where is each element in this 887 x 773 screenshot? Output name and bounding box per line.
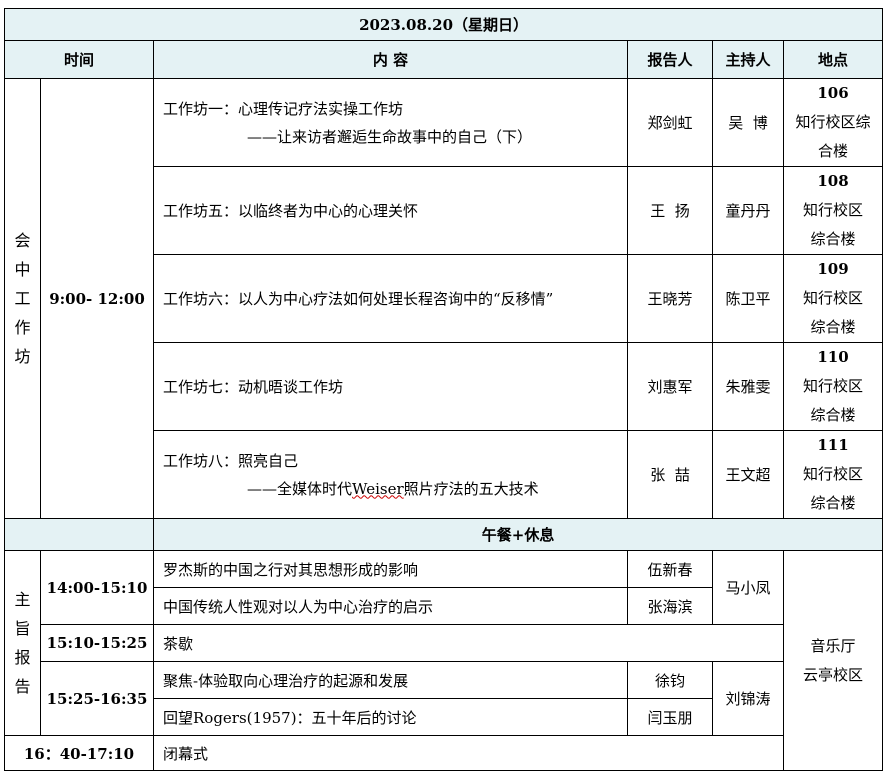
workshop-location: 109 知行校区 综合楼: [782, 254, 884, 343]
workshop-host: 陈卫平: [712, 254, 784, 343]
lunch-spacer: [4, 518, 154, 551]
workshop-location: 110 知行校区 综合楼: [782, 342, 884, 431]
date-header: 2023.08.20（星期日）: [3, 8, 884, 41]
tea-break: 茶歇: [153, 624, 784, 662]
workshop-host: 王文超: [712, 430, 784, 519]
keynote-talk: 中国传统人性观对以人为中心治疗的启示: [153, 587, 628, 625]
keynote-reporter: 张海滨: [627, 587, 713, 625]
workshop-host: 童丹丹: [712, 166, 784, 255]
col-reporter-header: 报告人: [627, 40, 713, 79]
col-host-header: 主持人: [712, 40, 784, 79]
keynote-host-2: 刘锦涛: [712, 661, 784, 736]
keynote-talk: 罗杰斯的中国之行对其思想形成的影响: [153, 550, 628, 588]
workshop-reporter: 王 扬: [627, 166, 713, 255]
col-content-header: 内 容: [153, 40, 628, 79]
workshop-host: 朱雅雯: [712, 342, 784, 431]
keynote-time-2: 15:10-15:25: [40, 624, 154, 662]
workshop-location: 106 知行校区综 合楼: [782, 78, 884, 167]
workshop-topic: 工作坊六：以人为中心疗法如何处理长程咨询中的“反移情”: [153, 254, 628, 343]
closing-ceremony: 闭幕式: [153, 735, 784, 771]
workshop-time: 9:00- 12:00: [40, 78, 154, 519]
col-location-header: 地点: [782, 40, 884, 79]
workshop-reporter: 郑剑虹: [627, 78, 713, 167]
workshop-reporter: 王晓芳: [627, 254, 713, 343]
keynote-time-3: 15:25-16:35: [40, 661, 154, 736]
workshop-location: 111 知行校区 综合楼: [782, 430, 884, 519]
workshop-host: 吴 博: [712, 78, 784, 167]
workshop-topic: 工作坊一：心理传记疗法实操工作坊 ——让来访者邂逅生命故事中的自己（下）: [153, 78, 628, 167]
workshop-location: 108 知行校区 综合楼: [782, 166, 884, 255]
workshop-topic: 工作坊八：照亮自己 ——全媒体时代Weiser照片疗法的五大技术: [153, 430, 628, 519]
keynote-location: 音乐厅 云亭校区: [782, 550, 884, 771]
workshop-topic: 工作坊五：以临终者为中心的心理关怀: [153, 166, 628, 255]
keynote-talk: 回望Rogers(1957)：五十年后的讨论: [153, 698, 628, 736]
workshop-reporter: 刘惠军: [627, 342, 713, 431]
col-time-header: 时间: [4, 40, 154, 79]
keynote-reporter: 闫玉朋: [627, 698, 713, 736]
workshop-session-label: 会 中 工 作 坊: [4, 78, 41, 519]
closing-time: 16：40-17:10: [4, 735, 154, 771]
workshop-topic: 工作坊七：动机晤谈工作坊: [153, 342, 628, 431]
keynote-reporter: 伍新春: [627, 550, 713, 588]
keynote-host-1: 马小凤: [712, 550, 784, 625]
keynote-time-1: 14:00-15:10: [40, 550, 154, 625]
workshop-reporter: 张 喆: [627, 430, 713, 519]
keynote-reporter: 徐钧: [627, 661, 713, 699]
schedule-table: 2023.08.20（星期日） 时间 内 容 报告人 主持人 地点 会 中 工 …: [3, 8, 884, 771]
keynote-session-label: 主 旨 报 告: [4, 550, 41, 736]
lunch-break: 午餐+休息: [152, 518, 884, 551]
keynote-talk: 聚焦-体验取向心理治疗的起源和发展: [153, 661, 628, 699]
